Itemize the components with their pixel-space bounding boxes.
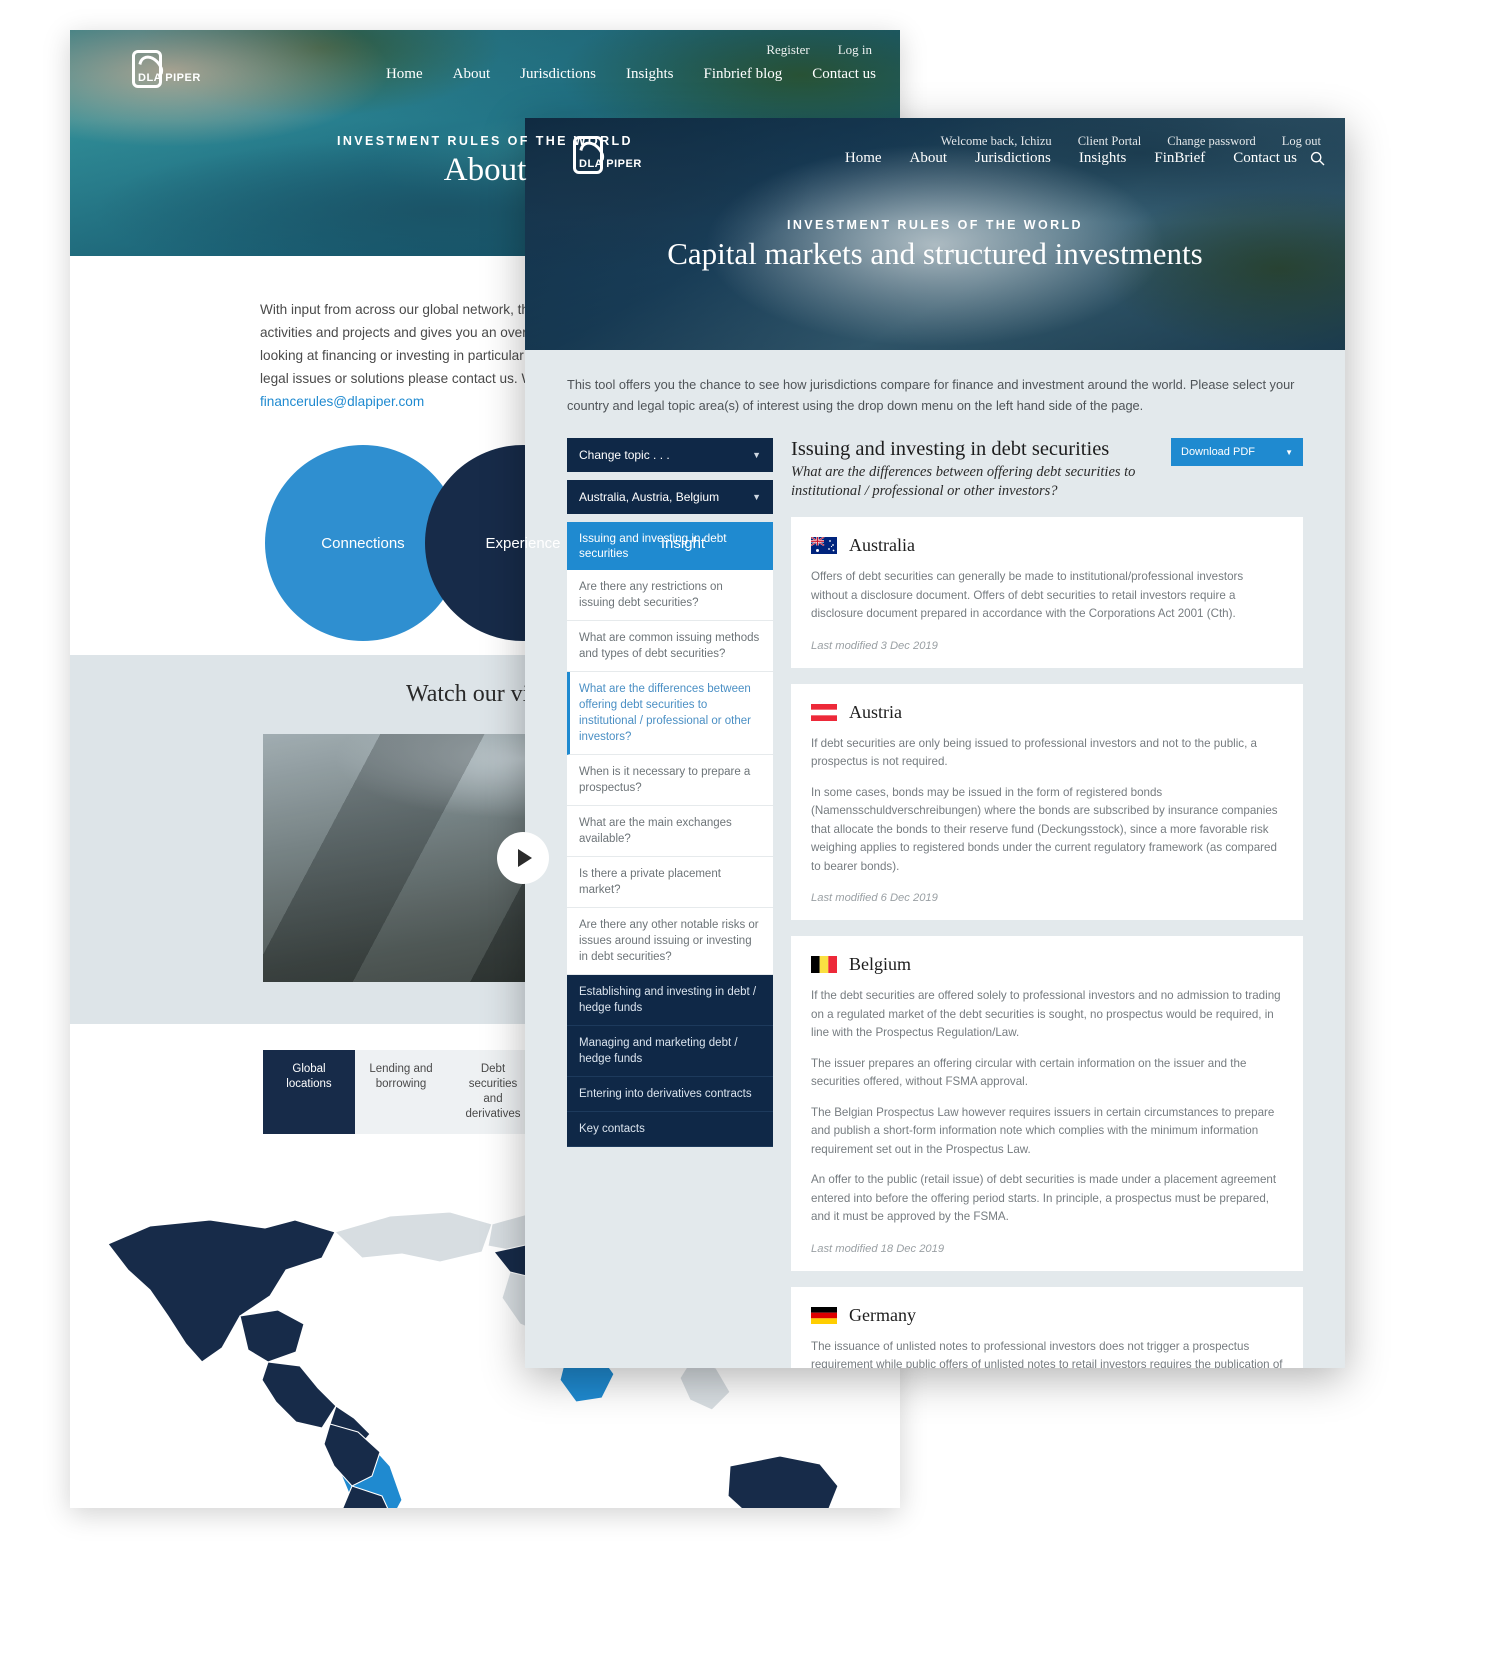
sidebar-question-5[interactable]: Is there a private placement market? [567, 857, 773, 908]
map-tab-global-locations[interactable]: Global locations [263, 1050, 355, 1134]
content-subtitle: What are the differences between offerin… [791, 464, 1136, 499]
tool-intro-text: This tool offers you the chance to see h… [567, 377, 1295, 413]
front-nav-jurisdictions[interactable]: Jurisdictions [975, 150, 1051, 167]
country-paragraph-australia-0: Offers of debt securities can generally … [811, 570, 1244, 620]
nav-client-portal[interactable]: Client Portal [1078, 134, 1142, 149]
venn-label-insight: Insight [660, 534, 706, 552]
comparison-tool: Change topic . . . ▼ Australia, Austria,… [525, 416, 1345, 1368]
country-paragraph-belgium-2: The Belgian Prospectus Law however requi… [811, 1105, 1275, 1156]
play-icon[interactable] [497, 832, 549, 884]
content-header: Issuing and investing in debt securities… [791, 438, 1303, 501]
search-icon[interactable] [1310, 151, 1325, 166]
sidebar-topic-debt-hedge-funds[interactable]: Establishing and investing in debt / hed… [567, 975, 773, 1026]
finance-rules-email-link[interactable]: financerules@dlapiper.com [260, 394, 424, 409]
sidebar-question-6[interactable]: Are there any other notable risks or iss… [567, 908, 773, 975]
country-paragraph-austria-0: If debt securities are only being issued… [811, 736, 1257, 769]
country-paragraph-belgium-1: The issuer prepares an offering circular… [811, 1056, 1247, 1089]
country-card-header-australia: Australia [811, 535, 1283, 556]
front-top-nav: Welcome back, Ichizu Client Portal Chang… [941, 134, 1321, 149]
sidebar-question-4[interactable]: What are the main exchanges available? [567, 806, 773, 857]
content-title: Issuing and investing in debt securities [791, 438, 1110, 460]
logo-wordmark: DLA PIPER [138, 72, 201, 84]
flag-belgium-icon [811, 956, 837, 973]
nav-insights[interactable]: Insights [626, 66, 674, 83]
country-select[interactable]: Australia, Austria, Belgium ▼ [567, 480, 773, 514]
front-nav-insights[interactable]: Insights [1079, 150, 1127, 167]
country-card-austria: Austria If debt securities are only bein… [791, 683, 1303, 920]
country-card-header-germany: Germany [811, 1305, 1283, 1326]
country-select-value: Australia, Austria, Belgium [579, 490, 720, 504]
sidebar-question-2[interactable]: What are the differences between offerin… [567, 672, 773, 755]
country-paragraph-belgium-3: An offer to the public (retail issue) of… [811, 1173, 1277, 1223]
logo-wordmark-front: DLA PIPER [579, 158, 642, 170]
country-name-austria: Austria [849, 701, 902, 722]
country-card-australia: Australia Offers of debt securities can … [791, 517, 1303, 668]
sidebar-question-3[interactable]: When is it necessary to prepare a prospe… [567, 755, 773, 806]
country-name-australia: Australia [849, 535, 915, 555]
capital-markets-kicker: INVESTMENT RULES OF THE WORLD [787, 218, 1083, 232]
about-hero-title: About [443, 152, 527, 188]
capital-markets-window: DLA PIPER Welcome back, Ichizu Client Po… [525, 118, 1345, 1368]
venn-label-connections: Connections [321, 534, 405, 552]
about-hero-kicker: INVESTMENT RULES OF THE WORLD [337, 134, 633, 148]
sidebar-topic-managing-marketing[interactable]: Managing and marketing debt / hedge fund… [567, 1026, 773, 1077]
country-card-header-belgium: Belgium [811, 954, 1283, 975]
nav-login[interactable]: Log in [838, 42, 872, 58]
back-main-nav: Home About Jurisdictions Insights Finbri… [386, 66, 876, 83]
welcome-message: Welcome back, Ichizu [940, 134, 1052, 148]
country-name-belgium: Belgium [849, 954, 911, 974]
sidebar-topic-derivatives[interactable]: Entering into derivatives contracts [567, 1077, 773, 1112]
chevron-down-icon-download: ▼ [1285, 447, 1293, 457]
sidebar-topic-key-contacts[interactable]: Key contacts [567, 1112, 773, 1147]
sidebar-question-1[interactable]: What are common issuing methods and type… [567, 621, 773, 672]
country-card-belgium: Belgium If the debt securities are offer… [791, 936, 1303, 1271]
last-modified-australia: Last modified 3 Dec 2019 [811, 639, 938, 652]
country-name-germany: Germany [849, 1304, 916, 1325]
download-pdf-button[interactable]: Download PDF ▼ [1171, 438, 1303, 466]
dla-piper-logo[interactable]: DLA PIPER [132, 50, 200, 88]
screenshot-stage: DLA PIPER Register Log in Home About Jur… [0, 0, 1500, 1663]
front-nav-about[interactable]: About [910, 150, 948, 167]
country-paragraph-belgium-0: If the debt securities are offered solel… [811, 989, 1281, 1039]
flag-australia-icon [811, 537, 837, 554]
front-main-nav: Home About Jurisdictions Insights FinBri… [845, 150, 1297, 167]
back-top-nav: Register Log in [766, 42, 872, 58]
nav-about[interactable]: About [453, 66, 491, 83]
last-modified-austria: Last modified 6 Dec 2019 [811, 892, 938, 904]
nav-contact-us[interactable]: Contact us [812, 66, 876, 83]
country-paragraph-austria-1: In some cases, bonds may be issued in th… [811, 785, 1278, 873]
map-tab-lending-borrowing[interactable]: Lending and borrowing [355, 1050, 447, 1134]
nav-jurisdictions[interactable]: Jurisdictions [520, 66, 596, 83]
topic-select[interactable]: Change topic . . . ▼ [567, 438, 773, 472]
chevron-down-icon-country: ▼ [752, 492, 761, 502]
download-pdf-label: Download PDF [1181, 446, 1255, 458]
venn-label-experience: Experience [485, 534, 561, 552]
front-nav-home[interactable]: Home [845, 150, 882, 167]
chevron-down-icon: ▼ [752, 450, 761, 460]
front-nav-contact-us[interactable]: Contact us [1233, 150, 1297, 167]
flag-germany-icon [811, 1306, 837, 1324]
country-card-header-austria: Austria [811, 702, 1283, 723]
nav-finbrief-blog[interactable]: Finbrief blog [704, 66, 783, 83]
flag-austria-icon [811, 703, 837, 721]
tool-content: Issuing and investing in debt securities… [791, 438, 1303, 1368]
sidebar-question-0[interactable]: Are there any restrictions on issuing de… [567, 570, 773, 621]
capital-markets-title: Capital markets and structured investmen… [667, 236, 1203, 271]
nav-register[interactable]: Register [766, 42, 809, 58]
nav-log-out[interactable]: Log out [1282, 134, 1321, 149]
country-paragraph-germany-0: The issuance of unlisted notes to profes… [811, 1339, 1283, 1369]
nav-change-password[interactable]: Change password [1167, 134, 1256, 149]
dla-piper-logo-front[interactable]: DLA PIPER [573, 136, 641, 174]
last-modified-belgium: Last modified 18 Dec 2019 [811, 1242, 945, 1255]
front-nav-finbrief[interactable]: FinBrief [1154, 150, 1205, 167]
tool-sidebar: Change topic . . . ▼ Australia, Austria,… [567, 438, 773, 1368]
country-card-germany: Germany The issuance of unlisted notes t… [791, 1286, 1303, 1369]
topic-select-value: Change topic . . . [579, 448, 670, 462]
nav-home[interactable]: Home [386, 66, 423, 83]
content-heading-group: Issuing and investing in debt securities… [791, 438, 1171, 501]
